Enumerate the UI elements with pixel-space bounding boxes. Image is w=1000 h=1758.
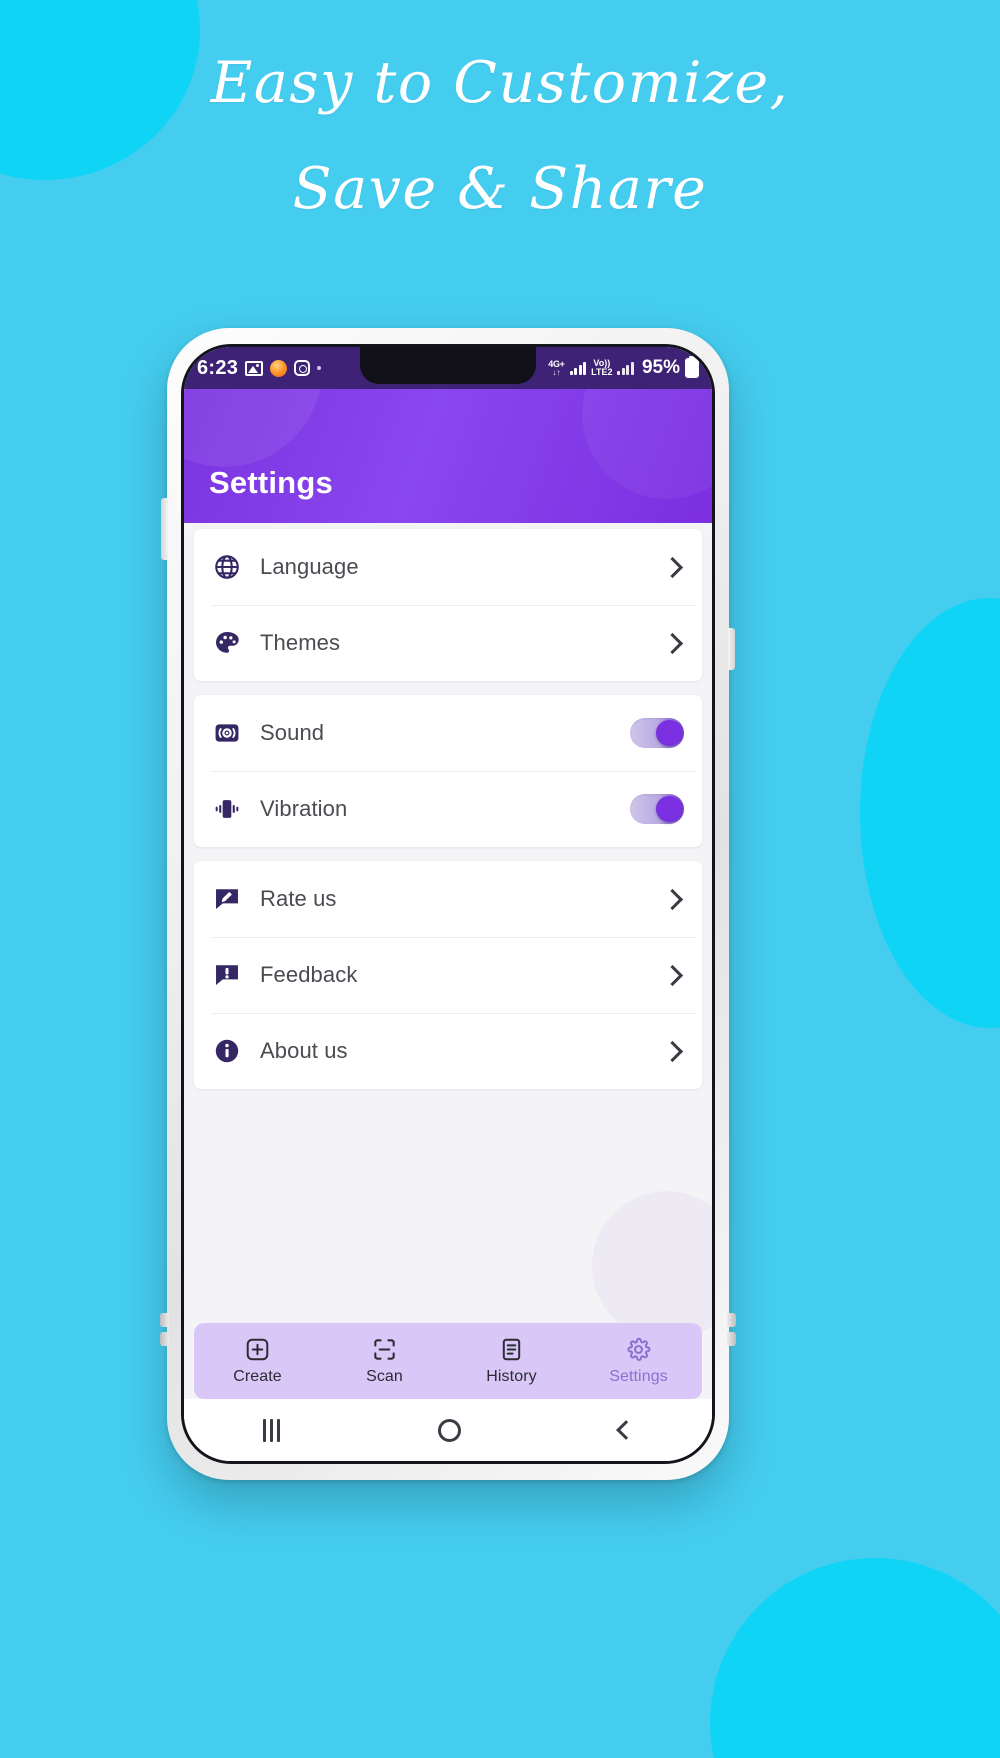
instagram-icon — [294, 360, 311, 376]
nav-item-history[interactable]: History — [448, 1336, 575, 1386]
phone-edge-detail-2 — [160, 1332, 169, 1346]
status-bar-right: 4G+ ↓↑ Vo)) LTE2 95% — [548, 357, 699, 379]
settings-row-language[interactable]: Language — [194, 529, 702, 605]
headline-line-2: Save & Share — [292, 156, 708, 223]
volte-icon: Vo)) LTE2 — [591, 358, 613, 377]
network-arrows-label: ↓↑ — [552, 367, 561, 377]
palette-icon — [212, 628, 242, 658]
home-icon[interactable] — [438, 1418, 461, 1442]
phone-edge-detail-1 — [160, 1313, 169, 1327]
app-header: Settings — [184, 389, 712, 523]
chevron-right-icon — [661, 1040, 684, 1062]
settings-row-sound[interactable]: Sound — [194, 695, 702, 771]
recents-icon[interactable] — [263, 1418, 280, 1442]
settings-row-label: Vibration — [260, 796, 348, 821]
chevron-right-icon — [661, 964, 684, 986]
gear-icon — [626, 1336, 651, 1363]
settings-group-2: Sound Vibration — [194, 695, 702, 847]
photos-icon — [245, 360, 264, 376]
background-blob-right — [860, 598, 1000, 1028]
dot-icon — [317, 366, 322, 370]
battery-percent-label: 95% — [641, 357, 680, 378]
phone-edge-detail-4 — [727, 1332, 736, 1346]
orange-app-icon — [270, 359, 288, 377]
vibration-toggle[interactable] — [630, 794, 684, 824]
nav-label: Scan — [366, 1368, 403, 1385]
back-icon[interactable] — [616, 1420, 636, 1440]
chevron-right-icon — [661, 632, 684, 654]
header-decor-circle-2 — [582, 389, 712, 499]
nav-label: History — [486, 1368, 537, 1385]
signal-bars-icon-2 — [617, 361, 634, 375]
nav-label: Create — [233, 1368, 282, 1385]
screen-decor-circle — [592, 1191, 712, 1341]
sound-toggle[interactable] — [630, 718, 684, 748]
info-icon — [212, 1036, 242, 1066]
document-icon — [499, 1336, 524, 1363]
header-decor-circle-1 — [184, 389, 322, 467]
settings-content: Language Themes Sound Vibration Rate us … — [184, 523, 712, 1461]
settings-row-label: Language — [260, 554, 359, 579]
settings-row-label: Rate us — [260, 886, 337, 911]
settings-row-label: Sound — [260, 720, 325, 745]
phone-mockup: 6:23 4G+ ↓↑ Vo)) LTE2 95% Settings Langu… — [160, 328, 736, 1480]
settings-row-feedback[interactable]: Feedback — [194, 937, 702, 1013]
system-navigation-bar — [184, 1399, 712, 1461]
scan-icon — [372, 1336, 397, 1363]
settings-row-vibration[interactable]: Vibration — [194, 771, 702, 847]
nav-item-create[interactable]: Create — [194, 1336, 321, 1386]
phone-screen: 6:23 4G+ ↓↑ Vo)) LTE2 95% Settings Langu… — [181, 344, 715, 1464]
camera-notch — [360, 347, 536, 384]
phone-side-button-left — [161, 498, 168, 560]
background-blob-bottom-right — [710, 1558, 1000, 1758]
plus-circle-icon — [245, 1336, 270, 1363]
vibration-icon — [212, 794, 242, 824]
network-type-icon: 4G+ ↓↑ — [548, 359, 565, 377]
battery-icon — [685, 358, 699, 378]
chevron-right-icon — [661, 556, 684, 578]
settings-row-label: Themes — [260, 630, 341, 655]
rate-icon — [212, 884, 242, 914]
settings-row-about-us[interactable]: About us — [194, 1013, 702, 1089]
settings-row-label: Feedback — [260, 962, 358, 987]
promo-headline: Easy to Customize, Save & Share — [0, 54, 1000, 218]
page-title: Settings — [209, 465, 333, 500]
settings-row-themes[interactable]: Themes — [194, 605, 702, 681]
volte-bottom-label: LTE2 — [591, 367, 613, 377]
nav-item-settings[interactable]: Settings — [575, 1336, 702, 1386]
globe-icon — [212, 552, 242, 582]
settings-row-label: About us — [260, 1038, 348, 1063]
nav-item-scan[interactable]: Scan — [321, 1336, 448, 1386]
settings-group-3: Rate us Feedback About us — [194, 861, 702, 1089]
phone-edge-detail-3 — [727, 1313, 736, 1327]
status-time: 6:23 — [197, 356, 239, 379]
chevron-right-icon — [661, 888, 684, 910]
status-bar: 6:23 4G+ ↓↑ Vo)) LTE2 95% — [184, 347, 712, 389]
feedback-icon — [212, 960, 242, 990]
phone-side-button-right — [728, 628, 735, 670]
settings-row-rate-us[interactable]: Rate us — [194, 861, 702, 937]
settings-group-1: Language Themes — [194, 529, 702, 681]
sound-icon — [212, 718, 242, 748]
signal-bars-icon-1 — [569, 361, 587, 375]
headline-line-1: Easy to Customize, — [210, 50, 790, 116]
status-bar-left: 6:23 — [197, 356, 322, 380]
bottom-navigation-bar: Create Scan History Settings — [194, 1323, 702, 1399]
nav-label: Settings — [609, 1368, 668, 1385]
